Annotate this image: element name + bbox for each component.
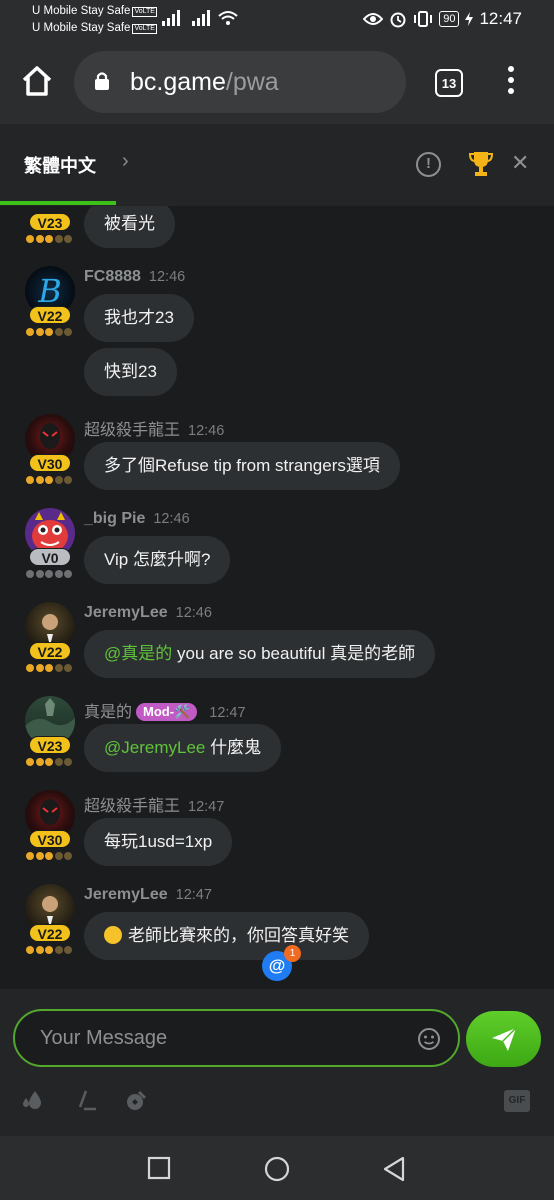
home-icon[interactable]: [20, 64, 54, 98]
username[interactable]: JeremyLee 12:47: [84, 886, 212, 904]
chevron-right-icon[interactable]: ›: [122, 150, 129, 173]
laughing-emoji-icon: [104, 926, 122, 944]
address-bar[interactable]: bc.game/pwa: [74, 51, 406, 113]
vip-progress-dots: [26, 664, 72, 672]
status-bar: U Mobile Stay Safe VoLTE U Mobile Stay Sa…: [0, 0, 554, 40]
message-bubble: 快到23: [84, 348, 177, 396]
carrier-label: U Mobile Stay Safe VoLTE: [32, 22, 157, 34]
home-nav-icon[interactable]: [264, 1156, 290, 1182]
username[interactable]: _big Pie 12:46: [84, 510, 190, 528]
language-tab[interactable]: 繁體中文: [24, 152, 96, 178]
alarm-icon: [390, 12, 406, 28]
gif-button[interactable]: GIF: [504, 1090, 530, 1112]
username[interactable]: 超级殺手龍王 12:46: [84, 416, 224, 440]
chat-message-list[interactable]: V23 被看光 B V22 FC8888 12:46 我也才23 快到23 V30…: [0, 206, 554, 989]
overflow-menu-icon[interactable]: [501, 66, 521, 98]
username[interactable]: 真是的 Mod-🛠️ 12:47: [84, 698, 246, 722]
vip-progress-dots: [26, 570, 72, 578]
emoji-icon[interactable]: [417, 1027, 441, 1051]
message-bubble: 被看光: [84, 206, 175, 248]
vip-progress-dots: [26, 852, 72, 860]
vip-level-badge: V22: [29, 924, 71, 942]
message-bubble: 老師比賽來的，你回答真好笑: [84, 912, 369, 960]
battery-icon: 90: [439, 11, 460, 27]
info-icon[interactable]: !: [416, 152, 441, 177]
vip-progress-dots: [26, 235, 72, 243]
mention-link[interactable]: @真是的: [104, 644, 172, 663]
charging-icon: [465, 12, 474, 26]
signal-icon: [162, 10, 180, 26]
message-bubble: 每玩1usd=1xp: [84, 818, 233, 866]
send-icon: [491, 1027, 517, 1051]
moderator-tag: Mod-🛠️: [136, 703, 198, 721]
back-icon[interactable]: [382, 1156, 406, 1182]
vip-level-badge: V23: [29, 736, 71, 754]
vip-level-badge: V0: [29, 548, 71, 566]
message-bubble: Vip 怎麼升啊?: [84, 536, 231, 584]
vip-level-badge: V22: [29, 306, 71, 324]
message-bubble: @真是的 you are so beautiful 真是的老師: [84, 630, 436, 678]
vip-progress-dots: [26, 758, 72, 766]
coin-drop-icon[interactable]: [124, 1089, 148, 1111]
vip-level-badge: V22: [29, 642, 71, 660]
mention-count-badge: 1: [284, 945, 301, 962]
username[interactable]: JeremyLee 12:46: [84, 604, 212, 622]
eye-icon: [363, 13, 384, 25]
vip-level-badge: V23: [29, 213, 71, 231]
vibrate-icon: [414, 11, 433, 27]
command-slash-icon[interactable]: [76, 1089, 98, 1111]
message-composer: GIF: [0, 989, 554, 1136]
message-bubble: 我也才23: [84, 294, 194, 342]
clock: 12:47: [479, 9, 522, 28]
message-input[interactable]: [13, 1009, 460, 1067]
mention-link[interactable]: @JeremyLee: [104, 738, 205, 757]
browser-toolbar: bc.game/pwa 13: [0, 40, 554, 124]
rain-icon[interactable]: [20, 1089, 44, 1111]
wifi-icon: [218, 11, 238, 25]
vip-level-badge: V30: [29, 454, 71, 472]
carrier-label: U Mobile Stay Safe VoLTE: [32, 5, 157, 17]
vip-level-badge: V30: [29, 830, 71, 848]
lock-icon: [95, 72, 109, 90]
vip-progress-dots: [26, 476, 72, 484]
url-text: bc.game/pwa: [130, 68, 279, 96]
signal-icon: [192, 10, 210, 26]
svg-text:B: B: [37, 272, 62, 310]
close-icon[interactable]: ✕: [511, 150, 529, 176]
send-button[interactable]: [466, 1011, 541, 1067]
username[interactable]: FC8888 12:46: [84, 268, 185, 286]
active-tab-indicator: [0, 201, 116, 205]
recent-apps-icon[interactable]: [147, 1156, 171, 1180]
chat-header: 繁體中文 › ! ✕: [0, 124, 554, 206]
message-bubble: 多了個Refuse tip from strangers選項: [84, 442, 400, 490]
username[interactable]: 超级殺手龍王 12:47: [84, 792, 224, 816]
vip-progress-dots: [26, 328, 72, 336]
system-navigation-bar: [0, 1136, 554, 1200]
trophy-icon[interactable]: [468, 150, 494, 178]
tab-switcher-button[interactable]: 13: [435, 69, 463, 97]
vip-progress-dots: [26, 946, 72, 954]
message-bubble: @JeremyLee 什麼鬼: [84, 724, 282, 772]
